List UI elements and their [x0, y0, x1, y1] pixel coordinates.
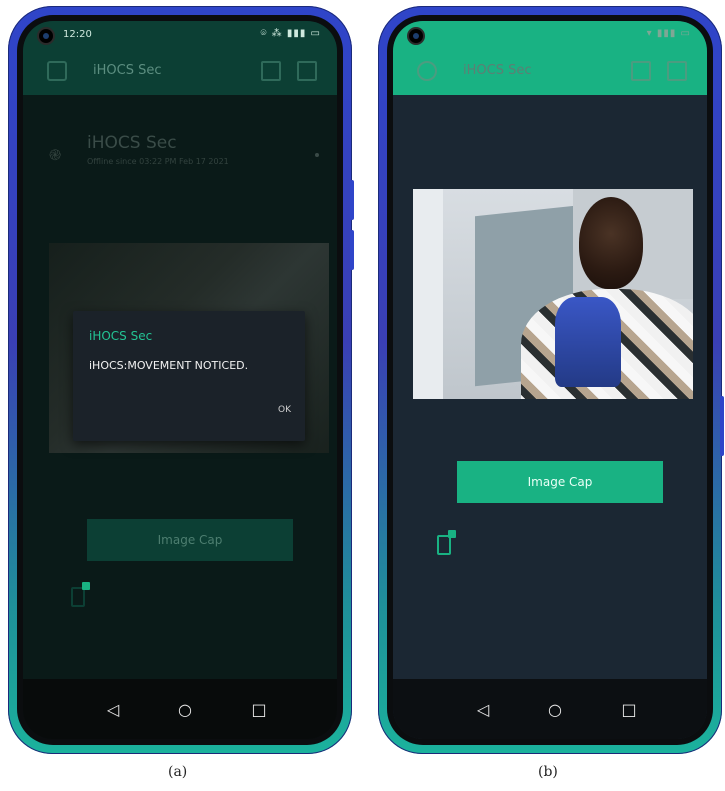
app-title: iHOCS Sec [463, 63, 532, 78]
device-icon[interactable] [417, 61, 437, 81]
image-cap-button[interactable]: Image Cap [457, 461, 663, 503]
status-bar: ▾ ▮▮▮ ▭ [393, 21, 707, 49]
device-icon[interactable] [47, 61, 67, 81]
caption-b: (b) [538, 764, 558, 780]
photo-door [413, 189, 443, 399]
alert-dialog: iHOCS Sec iHOCS:MOVEMENT NOTICED. OK [73, 311, 305, 441]
status-icons: ▾ ▮▮▮ ▭ [646, 28, 691, 39]
status-bar: 12:20 ⌾ ⁂ ▮▮▮ ▭ [23, 21, 337, 49]
fingerprint-icon: ֎ [49, 146, 62, 164]
app-bar: iHOCS Sec [393, 49, 707, 95]
home-icon[interactable]: ○ [545, 699, 565, 719]
dialog-message: iHOCS:MOVEMENT NOTICED. [89, 359, 249, 372]
phone-frame-b: ▾ ▮▮▮ ▭ iHOCS Sec Image Cap ◁ ○ □ [378, 6, 724, 754]
widget-title: iHOCS Sec [87, 133, 177, 153]
widget-subtitle: Offline since 03:22 PM Feb 17 2021 [87, 157, 229, 166]
phone-screen-b: ▾ ▮▮▮ ▭ iHOCS Sec Image Cap ◁ ○ □ [393, 21, 707, 739]
device-widget-row[interactable]: ֎ iHOCS Sec Offline since 03:22 PM Feb 1… [23, 95, 337, 166]
recent-apps-icon[interactable]: □ [249, 699, 269, 719]
recent-apps-icon[interactable]: □ [619, 699, 639, 719]
camera-image [413, 189, 693, 399]
front-camera [407, 27, 425, 45]
image-cap-button[interactable]: Image Cap [87, 519, 293, 561]
nav-bar: ◁ ○ □ [23, 679, 337, 739]
app-title: iHOCS Sec [93, 63, 162, 78]
caption-a: (a) [168, 764, 188, 780]
back-icon[interactable]: ◁ [473, 699, 493, 719]
square-icon[interactable] [667, 61, 687, 81]
home-icon[interactable]: ○ [175, 699, 195, 719]
device-widget-icon[interactable] [437, 530, 456, 555]
volume-button [350, 180, 354, 220]
dialog-ok-button[interactable]: OK [278, 405, 291, 415]
status-dot [315, 153, 319, 157]
square-icon[interactable] [297, 61, 317, 81]
nav-bar: ◁ ○ □ [393, 679, 707, 739]
phone-frame-a: 12:20 ⌾ ⁂ ▮▮▮ ▭ iHOCS Sec ֎ iHOCS Sec Of… [8, 6, 354, 754]
phone-screen-a: 12:20 ⌾ ⁂ ▮▮▮ ▭ iHOCS Sec ֎ iHOCS Sec Of… [23, 21, 337, 739]
front-camera [37, 27, 55, 45]
device-widget-icon[interactable] [71, 582, 90, 607]
phone-bezel: ▾ ▮▮▮ ▭ iHOCS Sec Image Cap ◁ ○ □ [387, 15, 713, 745]
power-button [720, 396, 724, 456]
status-icons: ⌾ ⁂ ▮▮▮ ▭ [260, 28, 321, 39]
phone-bezel: 12:20 ⌾ ⁂ ▮▮▮ ▭ iHOCS Sec ֎ iHOCS Sec Of… [17, 15, 343, 745]
photo-scarf [555, 297, 621, 387]
photo-person-head [579, 197, 643, 289]
share-icon[interactable] [631, 61, 651, 81]
power-button [350, 230, 354, 270]
status-time: 12:20 [63, 29, 92, 40]
app-bar: iHOCS Sec [23, 49, 337, 95]
dialog-title: iHOCS Sec [89, 329, 153, 343]
back-icon[interactable]: ◁ [103, 699, 123, 719]
share-icon[interactable] [261, 61, 281, 81]
